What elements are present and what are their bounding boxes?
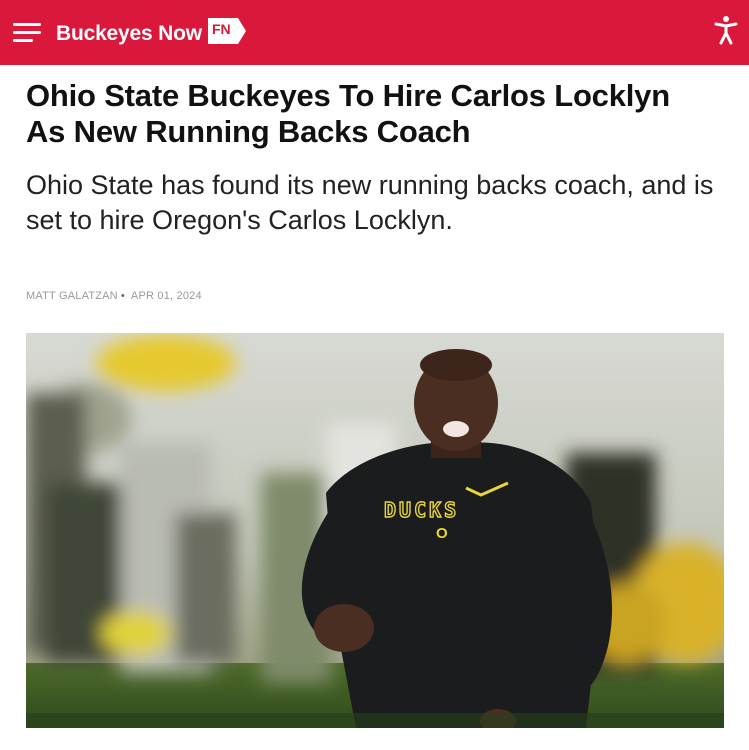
publish-date: APR 01, 2024 [130, 290, 202, 302]
site-logo[interactable]: Buckeyes Now FN [56, 18, 246, 49]
byline: MATT GALATZAN • APR 01, 2024 [26, 290, 202, 302]
fn-badge-icon: FN [207, 18, 246, 44]
byline-separator: • [120, 290, 125, 302]
hero-image: DUCKS O [26, 333, 724, 728]
hamburger-menu-icon[interactable] [13, 21, 43, 45]
article-subheadline: Ohio State has found its new running bac… [26, 170, 714, 235]
author-name[interactable]: MATT GALATZAN [26, 290, 118, 302]
brand-name: Buckeyes Now [56, 22, 202, 45]
shirt-monogram: O [436, 525, 448, 542]
accessibility-person-icon[interactable] [713, 15, 739, 45]
article-headline: Ohio State Buckeyes To Hire Carlos Lockl… [26, 78, 670, 149]
shirt-wordmark: DUCKS [384, 498, 459, 522]
fn-badge-text: FN [212, 21, 231, 37]
site-header: Buckeyes Now FN [0, 0, 749, 65]
